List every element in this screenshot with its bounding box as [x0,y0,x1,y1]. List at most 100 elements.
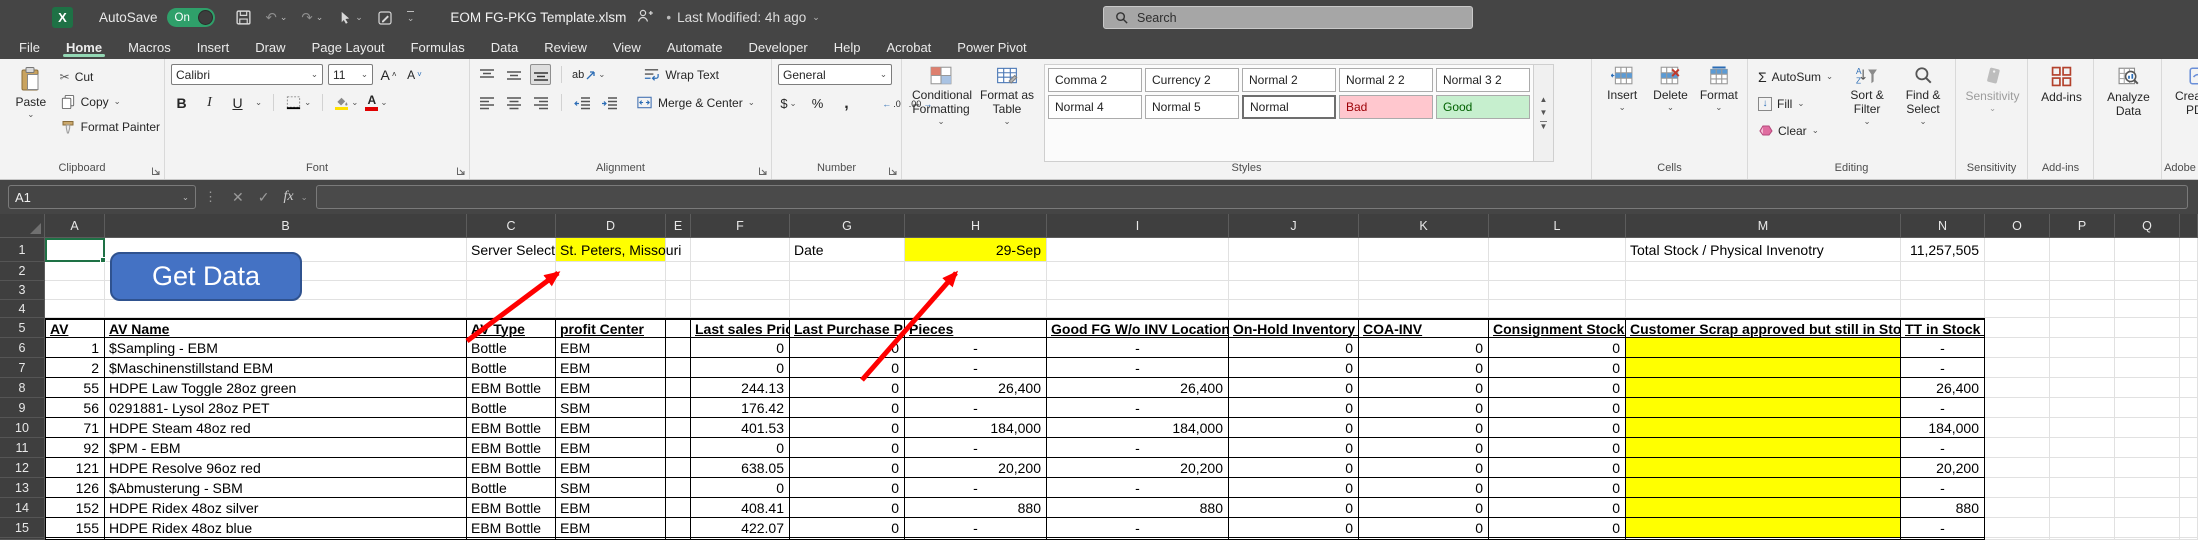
row-header-13[interactable]: 13 [0,478,45,498]
gallery-more-icon[interactable]: ▼ [1540,121,1548,131]
cell-G10[interactable]: 0 [790,418,905,438]
autosum-button[interactable]: ΣAutoSum⌄ [1758,66,1833,87]
cell-I12[interactable]: 20,200 [1047,458,1229,478]
create-pdf-button[interactable]: Create a PDF [2168,64,2198,162]
touch-mouse-mode-button[interactable]: ⌄ [337,10,363,25]
fill-button[interactable]: ↓Fill⌄ [1758,93,1833,114]
cell-A5[interactable]: AV [45,318,105,338]
cell-K5[interactable]: COA-INV [1359,318,1489,338]
cell-O6[interactable] [1985,338,2050,358]
italic-button[interactable]: I [199,92,220,113]
row-header-1[interactable]: 1 [0,238,45,262]
col-header-p[interactable]: P [2050,214,2115,238]
cell[interactable] [2180,518,2198,538]
qat-overflow-button[interactable]: ⌄ [407,11,415,24]
decrease-font-button[interactable]: A˅ [404,64,425,85]
cell-D10[interactable]: EBM [556,418,666,438]
cell-F7[interactable]: 0 [691,358,790,378]
font-name-select[interactable]: Calibri⌄ [171,64,323,85]
tab-draw[interactable]: Draw [242,35,298,59]
cell-J6[interactable]: 0 [1229,338,1359,358]
middle-align-button[interactable] [503,64,524,85]
cell-B5[interactable]: AV Name [105,318,467,338]
clear-button[interactable]: Clear⌄ [1758,120,1833,141]
cell-Q4[interactable] [2115,300,2180,318]
cell-K10[interactable]: 0 [1359,418,1489,438]
cell-F6[interactable]: 0 [691,338,790,358]
cell-A15[interactable]: 155 [45,518,105,538]
cell-D15[interactable]: EBM [556,518,666,538]
cell-M4[interactable] [1626,300,1901,318]
select-all-corner[interactable] [0,214,45,238]
row-header-10[interactable]: 10 [0,418,45,438]
row-header-8[interactable]: 8 [0,378,45,398]
sort-filter-button[interactable]: AZ Sort & Filter⌄ [1839,64,1895,162]
cell-F1[interactable] [691,238,790,262]
cell-O1[interactable] [1985,238,2050,262]
align-center-button[interactable] [503,92,524,113]
redo-button[interactable]: ↷⌄ [301,10,323,26]
col-header-n[interactable]: N [1901,214,1985,238]
row-header-14[interactable]: 14 [0,498,45,518]
cell-P14[interactable] [2050,498,2115,518]
cell[interactable] [2180,338,2198,358]
cell-Q12[interactable] [2115,458,2180,478]
cell-Q13[interactable] [2115,478,2180,498]
cell-E14[interactable] [666,498,691,518]
cell-L3[interactable] [1489,281,1626,300]
save-button[interactable] [235,9,252,26]
cell-A2[interactable] [45,262,105,281]
cell-D1[interactable]: St. Peters, Missouri [556,238,666,262]
number-format-select[interactable]: General⌄ [778,64,892,85]
cell-A3[interactable] [45,281,105,300]
cell-Q3[interactable] [2115,281,2180,300]
percent-style-button[interactable]: % [807,93,828,114]
cancel-button[interactable]: ✕ [232,189,244,206]
cell-N11[interactable]: - [1901,438,1985,458]
cell-J8[interactable]: 0 [1229,378,1359,398]
cell-H3[interactable] [905,281,1047,300]
tab-page-layout[interactable]: Page Layout [299,35,398,59]
find-select-button[interactable]: Find & Select⌄ [1895,64,1951,162]
cell-M12[interactable] [1626,458,1901,478]
delete-cells-button[interactable]: Delete⌄ [1646,64,1694,162]
cell-E2[interactable] [666,262,691,281]
cell-K3[interactable] [1359,281,1489,300]
cell-P3[interactable] [2050,281,2115,300]
cell-A11[interactable]: 92 [45,438,105,458]
cell-C6[interactable]: Bottle [467,338,556,358]
draw-settings-button[interactable] [377,10,393,26]
cell-K13[interactable]: 0 [1359,478,1489,498]
cell-M3[interactable] [1626,281,1901,300]
cell-G2[interactable] [790,262,905,281]
cell-E6[interactable] [666,338,691,358]
cell-M1[interactable]: Total Stock / Physical Invenotry [1626,238,1901,262]
cell-I13[interactable]: - [1047,478,1229,498]
cell-C14[interactable]: EBM Bottle [467,498,556,518]
undo-button[interactable]: ↶⌄ [266,10,288,26]
cell[interactable] [2180,418,2198,438]
cell-I9[interactable]: - [1047,398,1229,418]
cell-F5[interactable]: Last sales Price [691,318,790,338]
cell[interactable] [2180,318,2198,338]
cell-A7[interactable]: 2 [45,358,105,378]
tab-acrobat[interactable]: Acrobat [873,35,944,59]
cell-I5[interactable]: Good FG W/o INV Location : [1047,318,1229,338]
cell-M7[interactable] [1626,358,1901,378]
cell-L9[interactable]: 0 [1489,398,1626,418]
top-align-button[interactable] [476,64,497,85]
cell-M15[interactable] [1626,518,1901,538]
cell-M5[interactable]: Customer Scrap approved but still in Sto… [1626,318,1901,338]
cell-G12[interactable]: 0 [790,458,905,478]
cell-H15[interactable]: - [905,518,1047,538]
cell-N8[interactable]: 26,400 [1901,378,1985,398]
cell-L7[interactable]: 0 [1489,358,1626,378]
cell[interactable] [2180,358,2198,378]
cell-B9[interactable]: 0291881- Lysol 28oz PET [105,398,467,418]
cell-D7[interactable]: EBM [556,358,666,378]
cell-L6[interactable]: 0 [1489,338,1626,358]
cell-G14[interactable]: 0 [790,498,905,518]
cell-G7[interactable]: 0 [790,358,905,378]
gallery-scroll-strip[interactable]: ▲ ▼ ▼ [1534,64,1554,162]
cell-I3[interactable] [1047,281,1229,300]
